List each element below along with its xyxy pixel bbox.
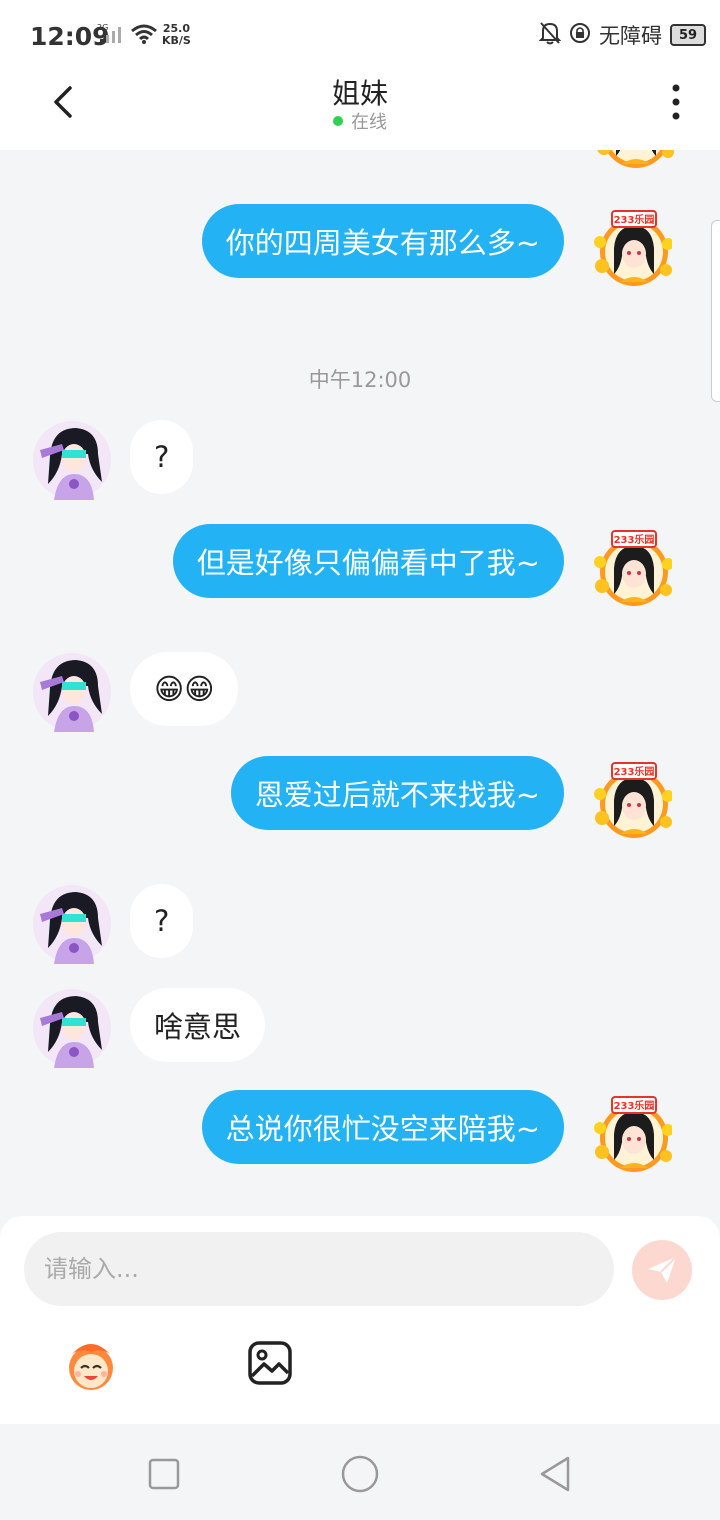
my-avatar[interactable]: 233乐园: [592, 528, 674, 608]
mute-bell-icon: [538, 21, 562, 49]
online-status: 在线: [0, 108, 720, 134]
contact-avatar[interactable]: [32, 652, 112, 732]
online-dot-icon: [333, 116, 343, 126]
contact-avatar-icon: [33, 989, 111, 1068]
system-nav-bar: [0, 1424, 720, 1520]
chat-timestamp: 中午12:00: [308, 368, 412, 392]
message-bubble-received[interactable]: ?: [130, 884, 194, 958]
svg-text:233乐园: 233乐园: [614, 1099, 655, 1112]
image-icon[interactable]: [247, 1340, 293, 1386]
badge-avatar-icon: 233乐园: [594, 762, 674, 838]
svg-text:233乐园: 233乐园: [614, 765, 655, 778]
battery-icon: 59: [670, 24, 706, 46]
network-type: 2G: [97, 23, 108, 32]
send-button[interactable]: [632, 1240, 692, 1300]
wifi-icon: [130, 24, 158, 48]
speed-unit: KB/S: [162, 34, 191, 47]
message-bubble-sent[interactable]: 但是好像只偏偏看中了我~: [172, 524, 564, 598]
signal-icon: 2G: [97, 22, 123, 48]
message-bubble-sent[interactable]: 恩爱过后就不来找我~: [230, 756, 564, 830]
back-arrow-icon[interactable]: [44, 82, 84, 122]
online-status-text: 在线: [351, 112, 387, 133]
chat-header: 姐妹 在线: [0, 72, 720, 150]
my-avatar[interactable]: 233乐园: [592, 208, 674, 288]
accessibility-label: 无障碍: [599, 24, 662, 48]
my-avatar[interactable]: 233乐园: [592, 760, 674, 840]
emoji-icon[interactable]: [62, 1336, 120, 1392]
badge-avatar-icon: 233乐园: [594, 1096, 674, 1172]
status-bar: 12:09 2G 25.0 KB/S 无障碍 59: [0, 0, 720, 72]
badge-avatar-icon: 233乐园: [594, 210, 674, 286]
contact-name: 姐妹: [331, 77, 388, 110]
message-bubble-sent[interactable]: 总说你很忙没空来陪我~: [201, 1090, 564, 1164]
svg-text:233乐园: 233乐园: [614, 213, 655, 226]
chat-area[interactable]: 中午12:00 你的四周美女有那么多~ 233乐园 ? 但是好像只偏偏看中了我~…: [0, 150, 720, 1216]
contact-avatar[interactable]: [32, 884, 112, 964]
contact-avatar-icon: [33, 885, 111, 964]
contact-avatar[interactable]: [32, 988, 112, 1068]
message-bubble-received[interactable]: ?: [130, 420, 194, 494]
message-input[interactable]: [24, 1232, 614, 1306]
svg-text:233乐园: 233乐园: [614, 533, 655, 546]
recent-apps-icon[interactable]: [144, 1454, 184, 1494]
message-bubble-received[interactable]: 😁😁: [130, 652, 239, 726]
send-icon: [648, 1256, 677, 1283]
badge-avatar-icon: 233乐园: [597, 150, 674, 168]
lock-rotation-icon: [569, 22, 591, 48]
network-speed: 25.0 KB/S: [162, 23, 191, 47]
badge-avatar-icon: 233乐园: [594, 530, 674, 606]
message-bubble-received[interactable]: 啥意思: [130, 988, 266, 1062]
battery-level: 59: [678, 27, 698, 43]
my-avatar[interactable]: 233乐园: [592, 1094, 674, 1174]
message-bubble-sent[interactable]: 你的四周美女有那么多~: [201, 204, 564, 278]
more-options-icon[interactable]: [666, 82, 686, 122]
back-nav-icon[interactable]: [536, 1454, 576, 1494]
contact-avatar-icon: [33, 421, 111, 500]
home-icon[interactable]: [340, 1454, 380, 1494]
contact-avatar-icon: [33, 653, 111, 732]
composer: [0, 1216, 720, 1424]
contact-avatar[interactable]: [32, 420, 112, 500]
my-avatar[interactable]: 233乐园: [594, 150, 674, 170]
